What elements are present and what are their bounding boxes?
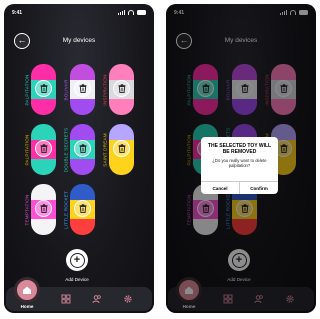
device-name: TEMPTATION bbox=[24, 194, 30, 225]
device-image bbox=[109, 64, 134, 115]
device-card[interactable]: LITTLE ROCKET bbox=[62, 184, 95, 235]
page-title: My devices bbox=[62, 37, 96, 44]
dialog-message: ¿Do you really want to delete palpitatio… bbox=[212, 158, 267, 168]
device-name: DOUBLE SECRETS bbox=[63, 127, 69, 172]
device-image bbox=[31, 124, 56, 175]
trash-icon bbox=[79, 144, 86, 153]
battery-icon bbox=[137, 10, 146, 15]
trash-icon bbox=[118, 144, 125, 153]
delete-device-button[interactable] bbox=[74, 140, 91, 157]
delete-device-button[interactable] bbox=[74, 80, 91, 97]
delete-device-button[interactable] bbox=[35, 200, 52, 217]
delete-device-button[interactable] bbox=[35, 140, 52, 157]
gear-icon[interactable] bbox=[123, 294, 133, 304]
device-image bbox=[109, 124, 134, 175]
trash-icon bbox=[40, 204, 47, 213]
delete-confirm-dialog: THE SELECTED TOY WILL BE REMOVED ¿Do you… bbox=[201, 137, 278, 194]
home-icon bbox=[23, 286, 31, 294]
users-icon[interactable] bbox=[92, 294, 102, 304]
device-image bbox=[70, 184, 95, 235]
trash-icon bbox=[40, 144, 47, 153]
device-name: INSPIRATION bbox=[102, 73, 108, 106]
cancel-button[interactable]: Cancel bbox=[201, 182, 239, 194]
device-name: PALPITATION bbox=[24, 133, 30, 166]
device-image bbox=[31, 184, 56, 235]
device-name: LITTLE ROCKET bbox=[63, 190, 69, 229]
trash-icon bbox=[79, 84, 86, 93]
tab-bar: Home bbox=[6, 277, 152, 311]
device-card[interactable]: SAINT DREAM bbox=[101, 124, 134, 175]
add-device-button[interactable]: + bbox=[66, 249, 88, 271]
device-card[interactable]: INSPIRATION bbox=[101, 64, 134, 115]
tab-home-label: Home bbox=[20, 304, 34, 309]
device-name: SAINT DREAM bbox=[102, 132, 108, 167]
delete-device-button[interactable] bbox=[113, 80, 130, 97]
dialog-title: THE SELECTED TOY WILL BE REMOVED bbox=[207, 143, 272, 155]
plus-icon: + bbox=[69, 252, 85, 268]
device-card[interactable]: PALPITATION bbox=[23, 124, 56, 175]
status-bar: 9:41 bbox=[12, 10, 146, 18]
device-image bbox=[70, 124, 95, 175]
phone-screen-devices: 9:41 ← My devices PALPITATION BOLIVAR INSP… bbox=[4, 4, 154, 313]
signal-icon bbox=[118, 10, 125, 15]
trash-icon bbox=[118, 84, 125, 93]
delete-device-button[interactable] bbox=[74, 200, 91, 217]
header: ← My devices bbox=[4, 30, 154, 50]
device-image bbox=[70, 64, 95, 115]
delete-device-button[interactable] bbox=[113, 140, 130, 157]
phone-screen-delete-dialog: 9:41 ← My devices PALPITATION BOLIVAR INSP… bbox=[166, 4, 316, 313]
status-time: 9:41 bbox=[12, 10, 23, 16]
device-name: BOLIVAR bbox=[63, 79, 69, 100]
device-image bbox=[31, 64, 56, 115]
device-card[interactable]: PALPITATION bbox=[23, 64, 56, 115]
device-card[interactable]: BOLIVAR bbox=[62, 64, 95, 115]
add-device-label: Add Device bbox=[65, 277, 89, 282]
device-card[interactable]: DOUBLE SECRETS bbox=[62, 124, 95, 175]
device-card[interactable]: TEMPTATION bbox=[23, 184, 56, 235]
device-name: PALPITATION bbox=[24, 73, 30, 106]
trash-icon bbox=[40, 84, 47, 93]
wifi-icon bbox=[128, 10, 134, 15]
grid-icon[interactable] bbox=[61, 294, 71, 304]
tab-home[interactable] bbox=[14, 277, 40, 303]
confirm-button[interactable]: Confirm bbox=[239, 182, 278, 194]
delete-device-button[interactable] bbox=[35, 80, 52, 97]
trash-icon bbox=[79, 204, 86, 213]
